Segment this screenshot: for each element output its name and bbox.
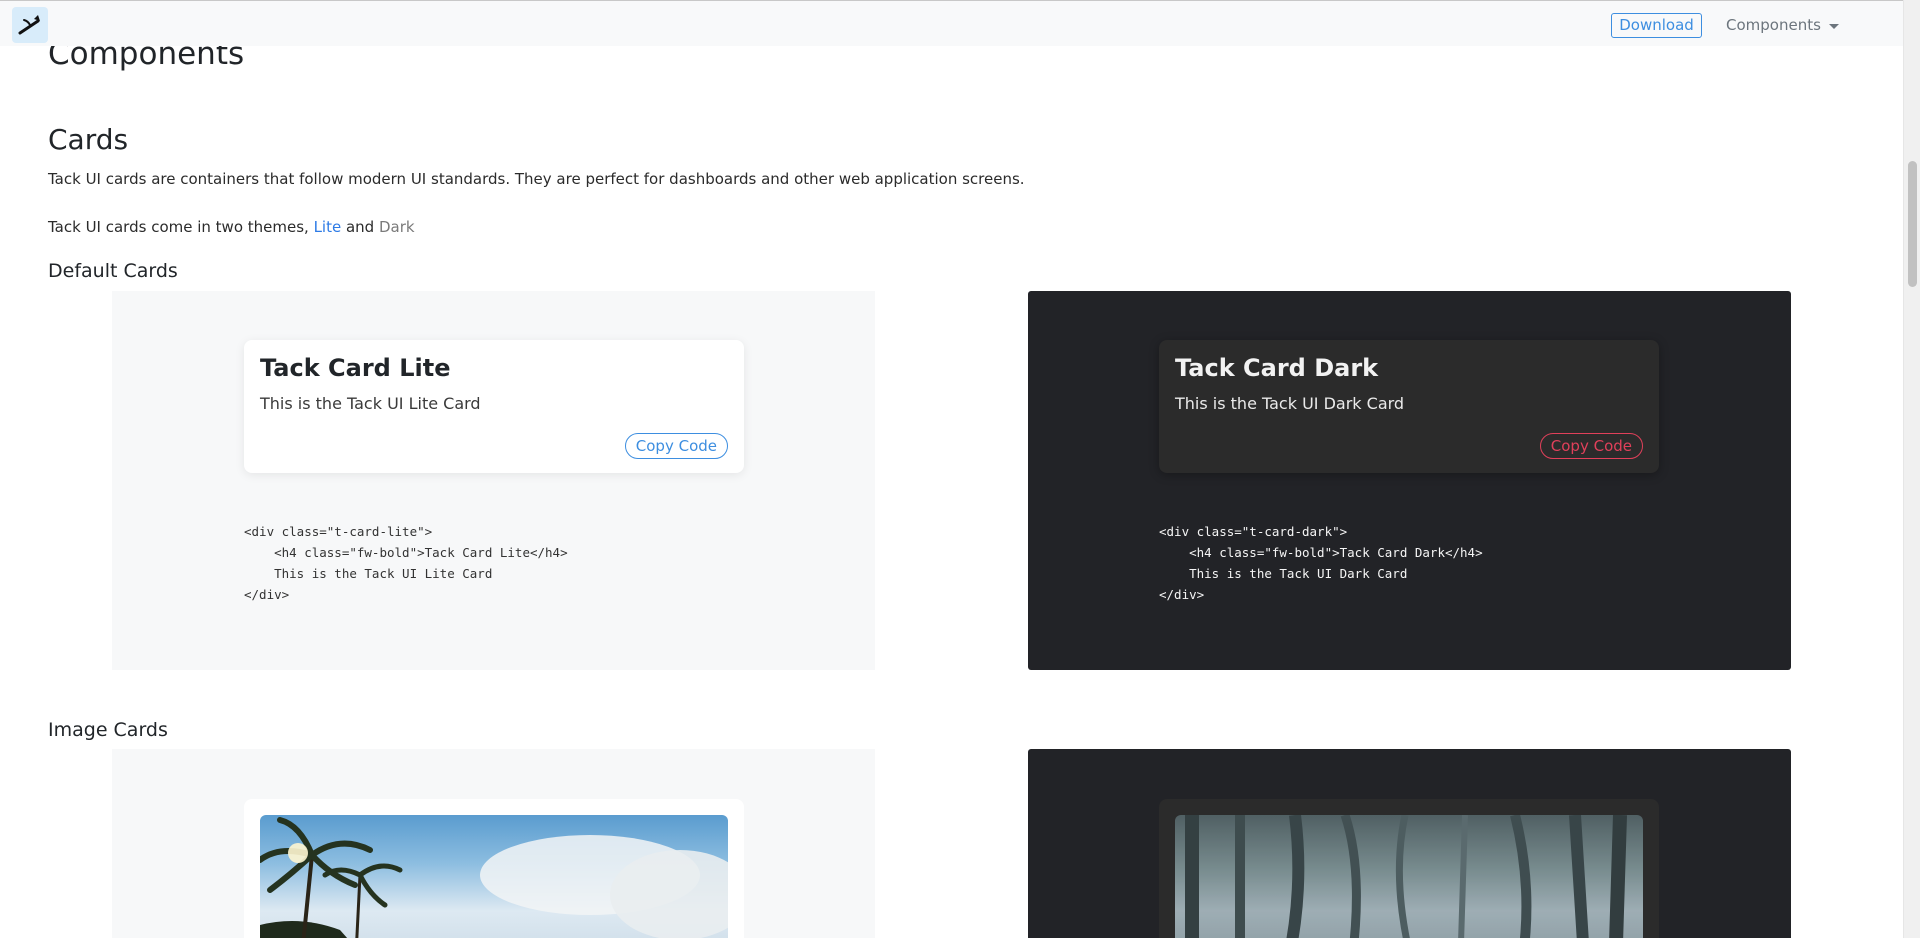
code-snippet-lite: <div class="t-card-lite"> <h4 class="fw-… [244, 524, 568, 602]
palm-trees-icon [260, 817, 728, 938]
default-cards-heading: Default Cards [48, 260, 178, 282]
copy-code-button-dark[interactable]: Copy Code [1539, 433, 1643, 459]
cards-themes-text: Tack UI cards come in two themes, Lite a… [48, 218, 415, 236]
themes-prefix: Tack UI cards come in two themes, [48, 218, 314, 236]
caret-down-icon [1828, 23, 1839, 29]
top-navbar: Download Components [0, 0, 1903, 46]
code-snippet-dark: <div class="t-card-dark"> <h4 class="fw-… [1159, 524, 1483, 602]
logo-icon [18, 15, 40, 35]
lite-theme-link[interactable]: Lite [314, 218, 342, 236]
card-text: This is the Tack UI Dark Card [1175, 394, 1405, 413]
card-text: This is the Tack UI Lite Card [260, 394, 481, 413]
vertical-scrollbar[interactable] [1903, 0, 1920, 938]
download-button[interactable]: Download [1611, 13, 1702, 38]
brand-logo[interactable] [12, 7, 48, 43]
cards-intro-text: Tack UI cards are containers that follow… [48, 170, 1025, 188]
image-card-lite [244, 799, 744, 938]
beach-image [260, 815, 728, 938]
forest-image [1175, 815, 1643, 938]
dark-theme-link[interactable]: Dark [379, 218, 415, 236]
image-card-dark [1159, 799, 1659, 938]
image-cards-heading: Image Cards [48, 719, 168, 741]
copy-code-button-lite[interactable]: Copy Code [624, 433, 728, 459]
themes-and: and [341, 218, 379, 236]
card-title: Tack Card Lite [260, 354, 451, 382]
tack-card-lite: Tack Card Lite This is the Tack UI Lite … [244, 340, 744, 473]
components-dropdown-label: Components [1726, 16, 1821, 34]
components-dropdown[interactable]: Components [1726, 13, 1839, 38]
section-title-cards: Cards [48, 123, 129, 156]
tack-card-dark: Tack Card Dark This is the Tack UI Dark … [1159, 340, 1659, 473]
forest-trees-icon [1175, 815, 1643, 938]
scrollbar-thumb[interactable] [1908, 161, 1917, 287]
card-title: Tack Card Dark [1175, 354, 1379, 382]
